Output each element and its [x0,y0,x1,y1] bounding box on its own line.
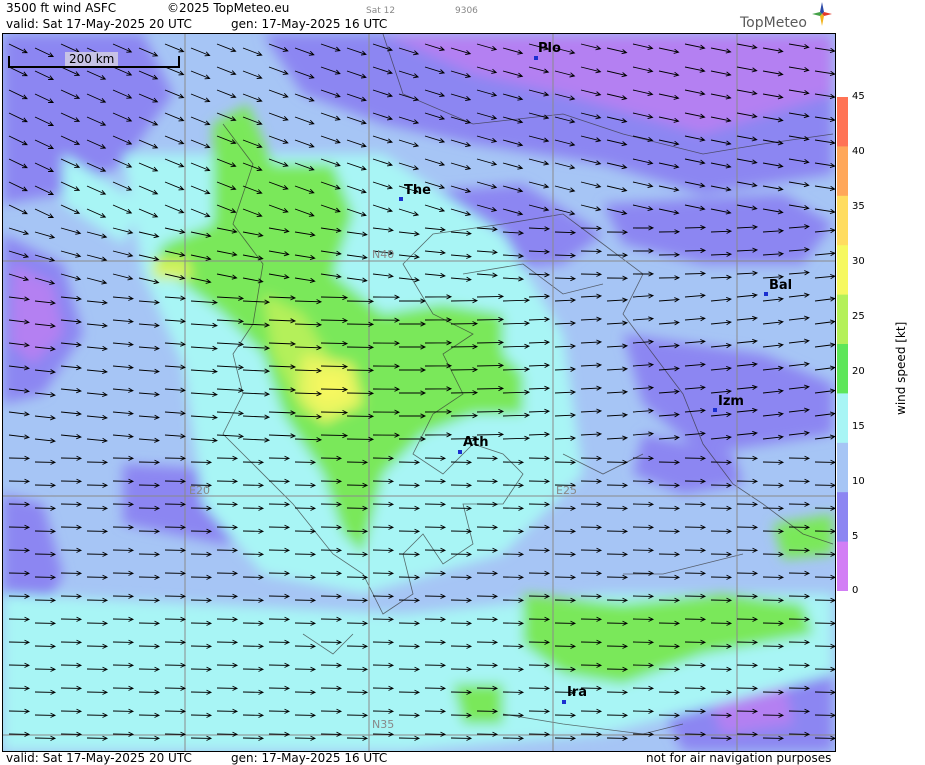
footer-disclaimer: not for air navigation purposes [646,751,832,765]
legend-swatch [837,442,848,493]
city-label-plo: Plo [538,41,561,56]
legend-swatch [837,344,848,394]
topmeteo-logo[interactable]: TopMeteo [740,15,807,31]
legend-swatch [837,541,848,591]
legend-swatch [837,393,848,444]
city-label-izm: Izm [718,394,744,409]
run-label: Sat 12 [366,6,396,16]
run-code: 9306 [455,6,478,16]
footer-valid-time: valid: Sat 17-May-2025 20 UTC [6,751,192,765]
legend-color-bar [837,97,848,591]
legend-tick-30: 30 [852,256,865,267]
grid-label-n35: N35 [372,718,395,731]
legend-tick-20: 20 [852,366,865,377]
legend-tick-40: 40 [852,146,865,157]
legend-tick-0: 0 [852,585,859,596]
grid-label-n40: N40 [372,248,395,261]
product-title: 3500 ft wind ASFC [6,1,117,15]
legend-tick-45: 45 [852,91,865,102]
valid-time: valid: Sat 17-May-2025 20 UTC [6,17,192,31]
legend-swatch [837,146,848,197]
city-marker-plo[interactable] [534,56,538,60]
footer-generated-time: gen: 17-May-2025 16 UTC [231,751,388,765]
grid-label-e25: E25 [556,484,577,497]
legend-title: wind speed [kt] [894,321,908,415]
legend-tick-10: 10 [852,476,865,487]
legend-swatch [837,97,848,147]
city-label-ira: Ira [567,685,588,700]
city-marker-ira[interactable] [562,700,566,704]
copyright-text: ©2025 TopMeteo.eu [167,1,290,15]
city-label-bal: Bal [769,278,793,293]
city-marker-bal[interactable] [764,292,768,296]
wind-field-layer [3,34,835,751]
wind-map[interactable]: N40 E20 E25 N35 Plo The Bal Izm Ath Ira [2,33,836,752]
scale-label: 200 km [65,52,119,66]
legend-tick-35: 35 [852,201,865,212]
legend-tick-25: 25 [852,311,865,322]
city-marker-izm[interactable] [713,408,717,412]
legend-swatch [837,245,848,296]
legend-tick-5: 5 [852,531,859,542]
legend-swatch [837,195,848,246]
city-label-the: The [404,183,431,198]
legend-swatch [837,294,848,345]
generated-time: gen: 17-May-2025 16 UTC [231,17,388,31]
grid-label-e20: E20 [189,484,210,497]
city-label-ath: Ath [463,435,489,450]
legend-swatch [837,492,848,543]
legend-tick-15: 15 [852,421,865,432]
city-marker-ath[interactable] [458,450,462,454]
city-marker-the[interactable] [399,197,403,201]
compass-star-icon [812,2,832,26]
